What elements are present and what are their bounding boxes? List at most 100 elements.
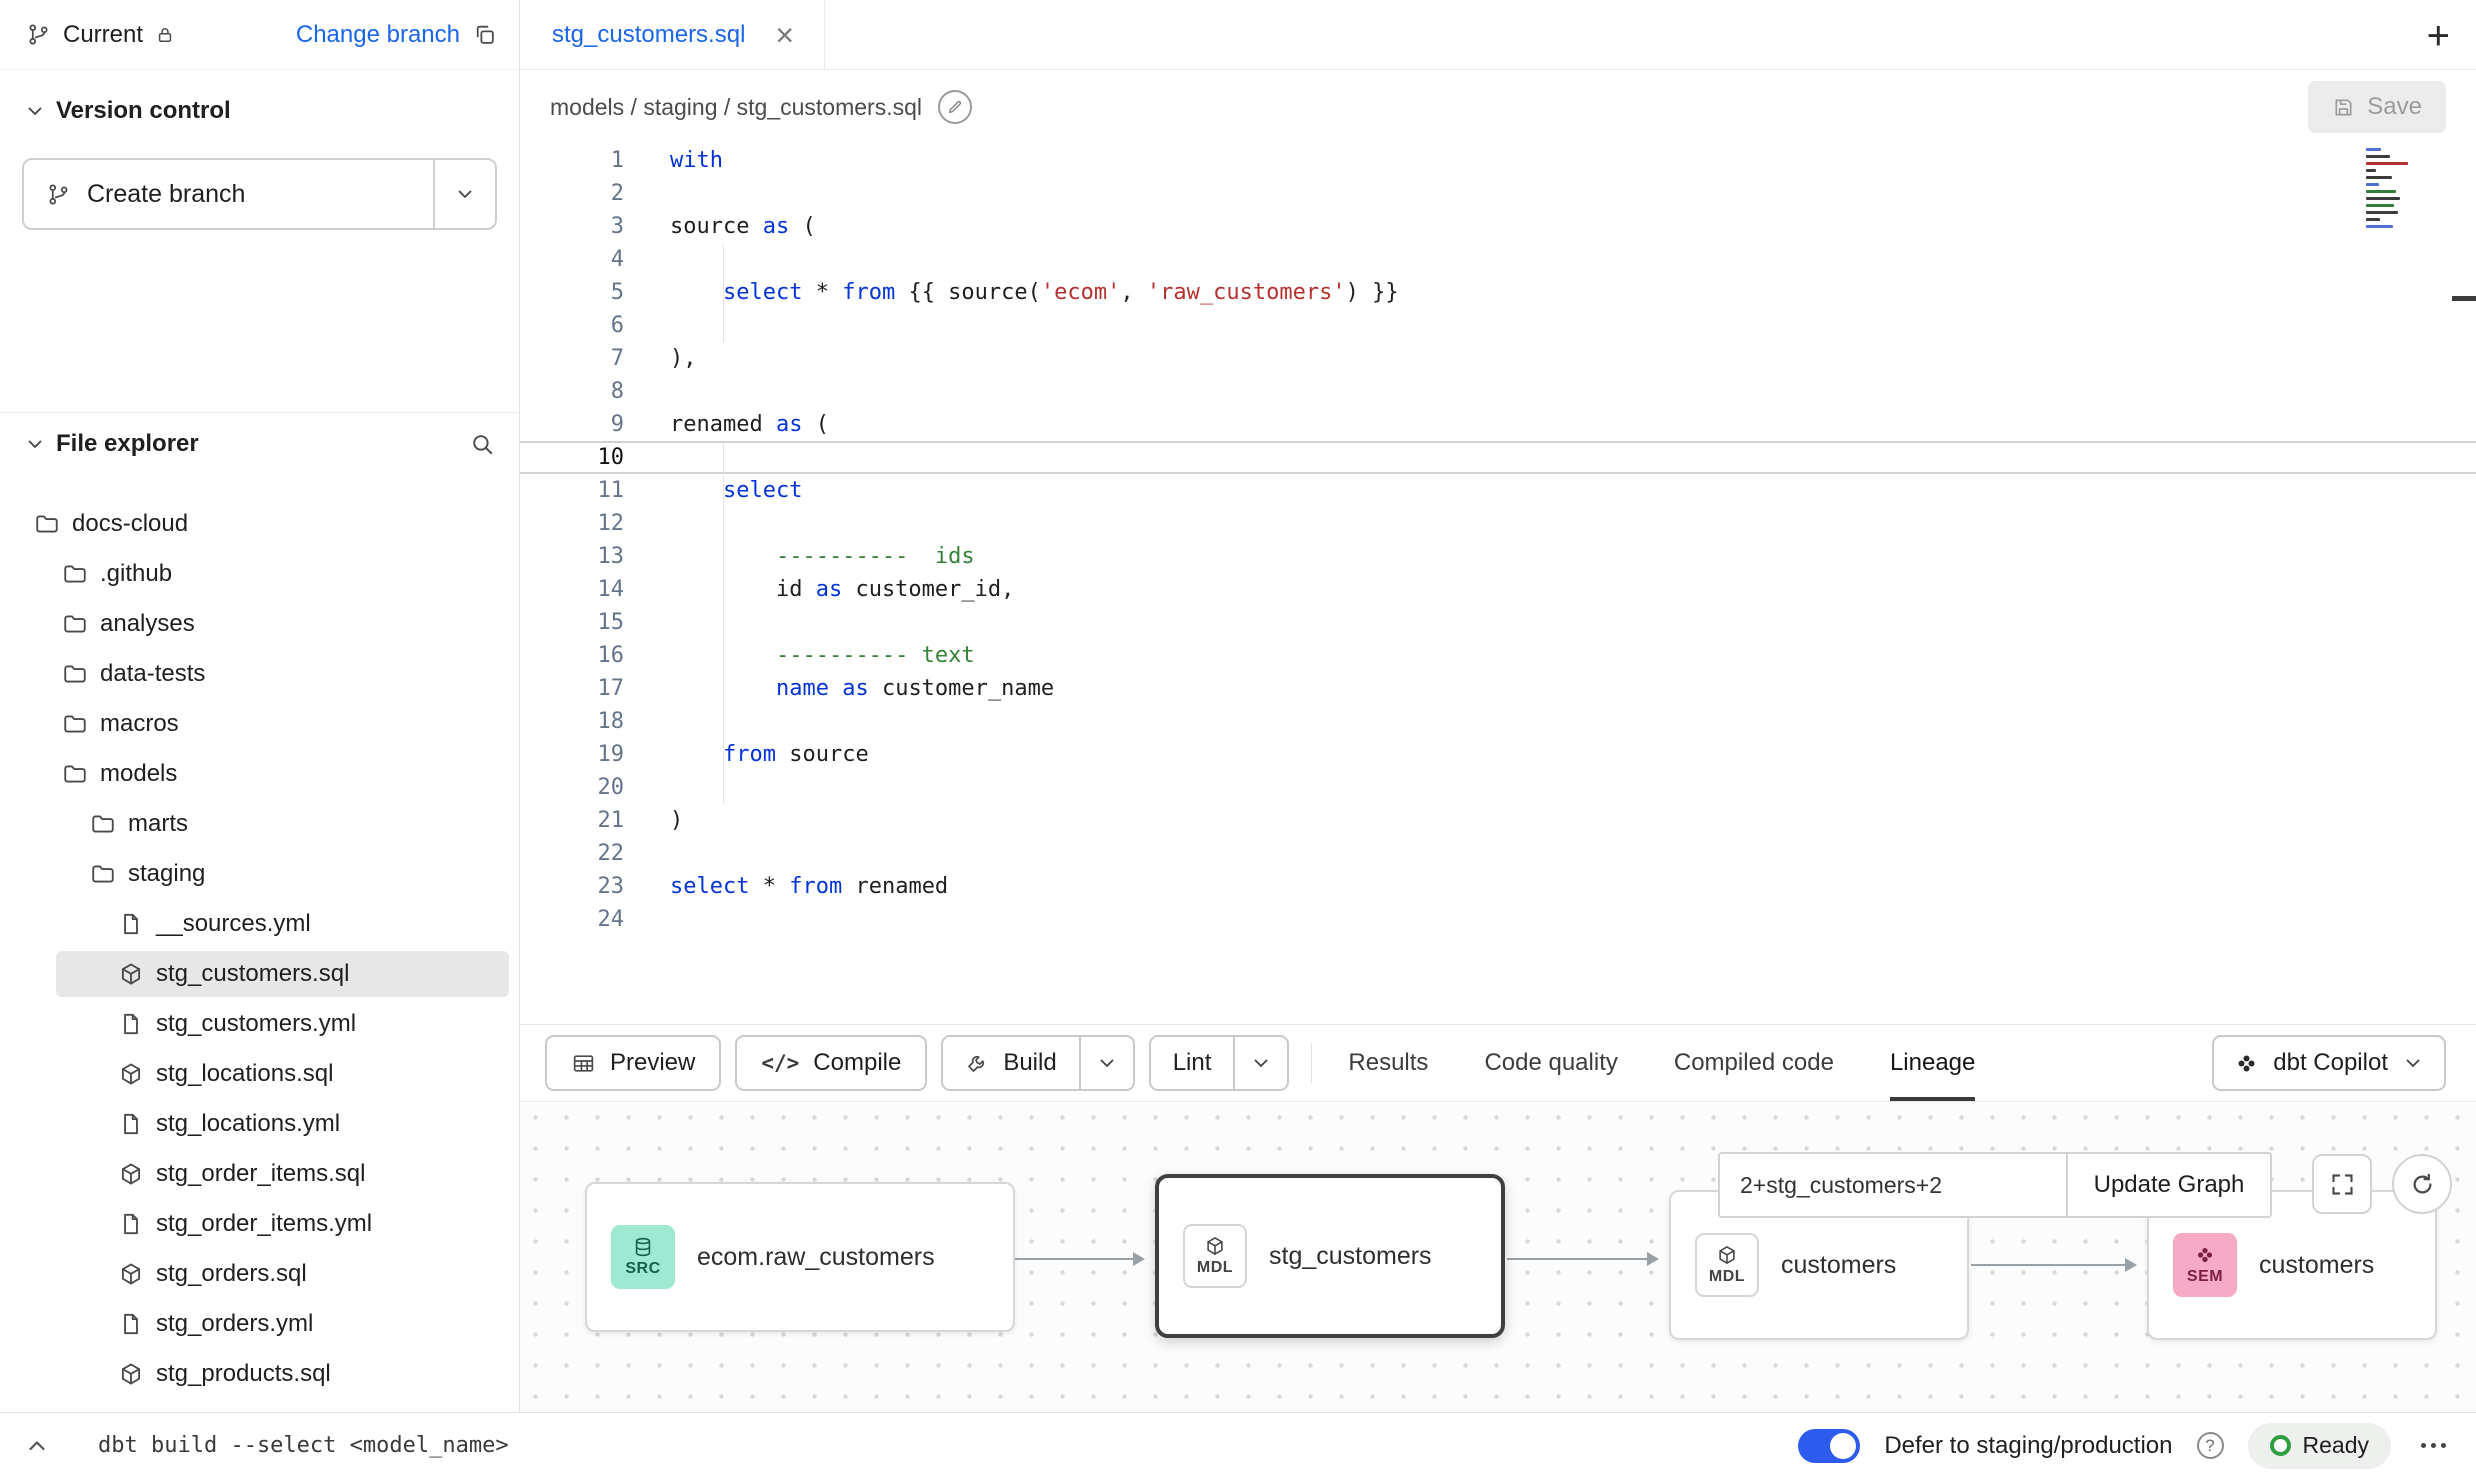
lock-icon xyxy=(155,25,175,45)
save-button[interactable]: Save xyxy=(2308,81,2446,133)
panel-tab-code-quality[interactable]: Code quality xyxy=(1484,1025,1617,1101)
code-line-23[interactable]: 23select * from renamed xyxy=(520,870,2476,903)
lint-main[interactable]: Lint xyxy=(1151,1037,1234,1089)
badge-label: SRC xyxy=(625,1260,660,1278)
minimap[interactable] xyxy=(2366,148,2418,228)
badge-label: MDL xyxy=(1197,1259,1233,1277)
file-tree-item-.github[interactable]: .github xyxy=(0,549,519,599)
defer-toggle[interactable] xyxy=(1798,1429,1860,1463)
file-icon xyxy=(118,911,144,937)
file-tree-item-stg_locations.yml[interactable]: stg_locations.yml xyxy=(0,1099,519,1149)
code-line-1[interactable]: 1with xyxy=(520,144,2476,177)
file-tree-item-docs-cloud[interactable]: docs-cloud xyxy=(0,499,519,549)
line-number: 19 xyxy=(520,742,624,767)
copy-branch-icon[interactable] xyxy=(472,22,497,47)
file-explorer-header[interactable]: File explorer xyxy=(0,413,519,475)
folder-icon xyxy=(62,661,88,687)
build-dropdown[interactable] xyxy=(1079,1037,1133,1089)
line-number: 15 xyxy=(520,610,624,635)
compile-button[interactable]: </> Compile xyxy=(735,1035,927,1091)
code-line-7[interactable]: 7), xyxy=(520,342,2476,375)
code-editor[interactable]: 1with23source as (45 select * from {{ so… xyxy=(520,144,2476,1024)
code-line-24[interactable]: 24 xyxy=(520,903,2476,936)
file-tree-item-marts[interactable]: marts xyxy=(0,799,519,849)
code-line-12[interactable]: 12 xyxy=(520,507,2476,540)
pinwheel-icon xyxy=(2194,1244,2216,1266)
file-name: stg_order_items.sql xyxy=(156,1160,365,1188)
code-line-3[interactable]: 3source as ( xyxy=(520,210,2476,243)
lineage-selector-input[interactable] xyxy=(1720,1154,2066,1216)
file-tree-item-stg_order_items.sql[interactable]: stg_order_items.sql xyxy=(0,1149,519,1199)
update-graph-button[interactable]: Update Graph xyxy=(2066,1154,2270,1216)
fullscreen-button[interactable] xyxy=(2312,1154,2372,1214)
lineage-node-ecom.raw_customers[interactable]: SRCecom.raw_customers xyxy=(585,1182,1015,1332)
build-main[interactable]: Build xyxy=(943,1037,1078,1089)
indent-guide xyxy=(723,245,724,342)
refresh-button[interactable] xyxy=(2392,1154,2452,1214)
code-line-4[interactable]: 4 xyxy=(520,243,2476,276)
preview-label: Preview xyxy=(610,1049,695,1077)
folder-icon xyxy=(62,761,88,787)
version-control-header[interactable]: Version control xyxy=(0,82,519,140)
file-tree-item-macros[interactable]: macros xyxy=(0,699,519,749)
code-line-18[interactable]: 18 xyxy=(520,705,2476,738)
file-tree-item-stg_customers.yml[interactable]: stg_customers.yml xyxy=(0,999,519,1049)
panel-tab-lineage[interactable]: Lineage xyxy=(1890,1025,1975,1101)
change-branch-link[interactable]: Change branch xyxy=(296,21,460,49)
file-tree-item-__sources.yml[interactable]: __sources.yml xyxy=(0,899,519,949)
search-icon[interactable] xyxy=(469,431,495,457)
code-line-15[interactable]: 15 xyxy=(520,606,2476,639)
code-text: select * from renamed xyxy=(624,874,2476,899)
file-tree-item-staging[interactable]: staging xyxy=(0,849,519,899)
code-line-6[interactable]: 6 xyxy=(520,309,2476,342)
lint-dropdown[interactable] xyxy=(1233,1037,1287,1089)
file-tree-item-stg_order_items.yml[interactable]: stg_order_items.yml xyxy=(0,1199,519,1249)
line-number: 14 xyxy=(520,577,624,602)
chevron-up-icon[interactable] xyxy=(24,1433,50,1459)
code-line-11[interactable]: 11 select xyxy=(520,474,2476,507)
preview-button[interactable]: Preview xyxy=(545,1035,721,1091)
tab-stg-customers-sql[interactable]: stg_customers.sql × xyxy=(520,0,825,69)
lint-button[interactable]: Lint xyxy=(1149,1035,1290,1091)
panel-tab-results[interactable]: Results xyxy=(1348,1025,1428,1101)
create-branch-main[interactable]: Create branch xyxy=(24,160,433,228)
code-line-13[interactable]: 13 ---------- ids xyxy=(520,540,2476,573)
code-line-19[interactable]: 19 from source xyxy=(520,738,2476,771)
code-line-8[interactable]: 8 xyxy=(520,375,2476,408)
code-line-9[interactable]: 9renamed as ( xyxy=(520,408,2476,441)
code-line-2[interactable]: 2 xyxy=(520,177,2476,210)
code-line-17[interactable]: 17 name as customer_name xyxy=(520,672,2476,705)
model-cube-icon xyxy=(118,1361,144,1387)
lineage-node-stg_customers[interactable]: MDLstg_customers xyxy=(1155,1174,1505,1338)
code-line-5[interactable]: 5 select * from {{ source('ecom', 'raw_c… xyxy=(520,276,2476,309)
code-text: select * from {{ source('ecom', 'raw_cus… xyxy=(624,280,2476,305)
new-tab-button[interactable]: + xyxy=(2427,14,2450,59)
create-branch-button[interactable]: Create branch xyxy=(22,158,497,230)
pencil-circle-icon[interactable] xyxy=(938,90,972,124)
file-tree-item-stg_locations.sql[interactable]: stg_locations.sql xyxy=(0,1049,519,1099)
file-tree-item-stg_customers.sql[interactable]: stg_customers.sql xyxy=(0,949,519,999)
file-tree-item-data-tests[interactable]: data-tests xyxy=(0,649,519,699)
file-tree-item-stg_orders.yml[interactable]: stg_orders.yml xyxy=(0,1299,519,1349)
lineage-canvas[interactable]: SRCecom.raw_customers MDLstg_customersMDL… xyxy=(520,1102,2476,1412)
status-badge[interactable]: Ready xyxy=(2248,1423,2391,1469)
code-line-10[interactable]: 10 xyxy=(520,441,2476,474)
lineage-edge xyxy=(1015,1258,1143,1260)
build-button[interactable]: Build xyxy=(941,1035,1134,1091)
panel-tab-compiled-code[interactable]: Compiled code xyxy=(1674,1025,1834,1101)
file-tree-item-models[interactable]: models xyxy=(0,749,519,799)
code-line-20[interactable]: 20 xyxy=(520,771,2476,804)
overflow-menu-button[interactable] xyxy=(2415,1437,2452,1454)
close-tab-icon[interactable]: × xyxy=(775,19,794,51)
file-tree-item-stg_orders.sql[interactable]: stg_orders.sql xyxy=(0,1249,519,1299)
code-line-21[interactable]: 21) xyxy=(520,804,2476,837)
code-line-22[interactable]: 22 xyxy=(520,837,2476,870)
create-branch-dropdown[interactable] xyxy=(433,160,495,228)
code-line-16[interactable]: 16 ---------- text xyxy=(520,639,2476,672)
file-tree-item-stg_products.sql[interactable]: stg_products.sql xyxy=(0,1349,519,1399)
help-icon[interactable]: ? xyxy=(2197,1432,2224,1459)
file-name: stg_orders.sql xyxy=(156,1260,307,1288)
code-line-14[interactable]: 14 id as customer_id, xyxy=(520,573,2476,606)
file-tree-item-analyses[interactable]: analyses xyxy=(0,599,519,649)
dbt-copilot-button[interactable]: dbt Copilot xyxy=(2212,1035,2446,1091)
